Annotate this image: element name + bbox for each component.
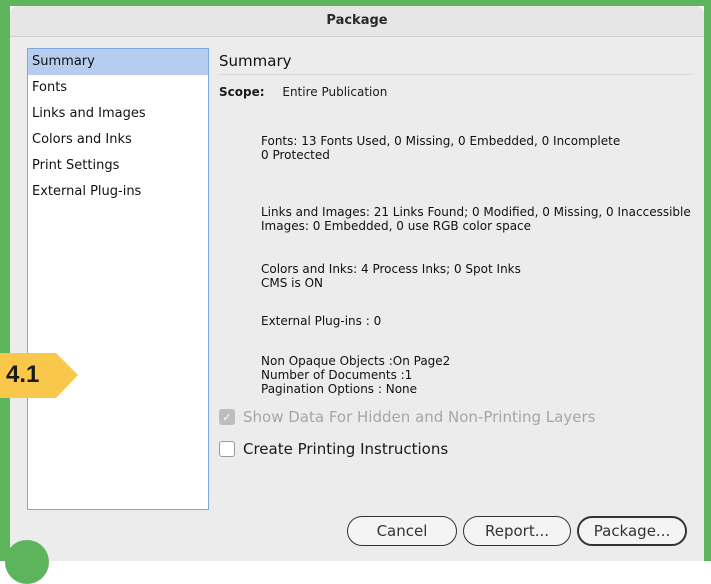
sidebar-item-print-settings[interactable]: Print Settings xyxy=(28,153,208,179)
scope-label: Scope: xyxy=(219,85,265,99)
colors-summary-line: Colors and Inks: 4 Process Inks; 0 Spot … xyxy=(261,262,521,276)
show-hidden-layers-label: Show Data For Hidden and Non-Printing La… xyxy=(243,408,596,426)
sidebar-item-fonts[interactable]: Fonts xyxy=(28,75,208,101)
panel-title: Summary xyxy=(219,48,691,75)
fonts-summary-line: Fonts: 13 Fonts Used, 0 Missing, 0 Embed… xyxy=(261,134,621,148)
misc-summary-line: Pagination Options : None xyxy=(261,382,418,396)
cancel-button[interactable]: Cancel xyxy=(347,516,457,546)
report-button[interactable]: Report... xyxy=(463,516,571,546)
dialog-buttons: Cancel Report... Package... xyxy=(347,516,687,546)
misc-summary: Non Opaque Objects :On Page2 Number of D… xyxy=(261,354,450,396)
dialog-title: Package xyxy=(10,6,704,37)
links-summary-line: Links and Images: 21 Links Found; 0 Modi… xyxy=(261,205,691,219)
misc-summary-line: Number of Documents :1 xyxy=(261,368,413,382)
show-hidden-layers-option: ✓ Show Data For Hidden and Non-Printing … xyxy=(219,408,595,426)
step-badge: 4.1 xyxy=(0,353,80,398)
category-sidebar: Summary Fonts Links and Images Colors an… xyxy=(27,48,209,510)
summary-panel: Summary Scope: Entire Publication Fonts:… xyxy=(219,48,691,458)
show-hidden-layers-checkbox: ✓ xyxy=(219,409,235,425)
links-summary-line: Images: 0 Embedded, 0 use RGB color spac… xyxy=(261,219,532,233)
create-printing-instructions-option[interactable]: Create Printing Instructions xyxy=(219,440,448,458)
colors-summary: Colors and Inks: 4 Process Inks; 0 Spot … xyxy=(261,262,521,290)
misc-summary-line: Non Opaque Objects :On Page2 xyxy=(261,354,451,368)
scope-row: Scope: Entire Publication xyxy=(219,85,691,99)
colors-summary-line: CMS is ON xyxy=(261,276,323,290)
links-summary: Links and Images: 21 Links Found; 0 Modi… xyxy=(261,205,691,233)
package-dialog: Package Summary Fonts Links and Images C… xyxy=(10,6,704,561)
package-button[interactable]: Package... xyxy=(577,516,687,546)
sidebar-item-colors-and-inks[interactable]: Colors and Inks xyxy=(28,127,208,153)
corner-decoration xyxy=(5,540,49,584)
plugins-summary: External Plug-ins : 0 xyxy=(261,314,381,328)
create-printing-instructions-label[interactable]: Create Printing Instructions xyxy=(243,440,448,458)
sidebar-item-summary[interactable]: Summary xyxy=(28,49,208,75)
create-printing-instructions-checkbox[interactable] xyxy=(219,441,235,457)
step-badge-label: 4.1 xyxy=(6,361,40,388)
frame-right-border xyxy=(704,0,711,561)
plugins-summary-line: External Plug-ins : 0 xyxy=(261,314,382,328)
sidebar-item-links-and-images[interactable]: Links and Images xyxy=(28,101,208,127)
fonts-summary-line: 0 Protected xyxy=(261,148,330,162)
fonts-summary: Fonts: 13 Fonts Used, 0 Missing, 0 Embed… xyxy=(261,134,620,162)
sidebar-item-external-plugins[interactable]: External Plug-ins xyxy=(28,179,208,205)
scope-value: Entire Publication xyxy=(282,85,388,99)
frame-left-border xyxy=(0,0,10,561)
